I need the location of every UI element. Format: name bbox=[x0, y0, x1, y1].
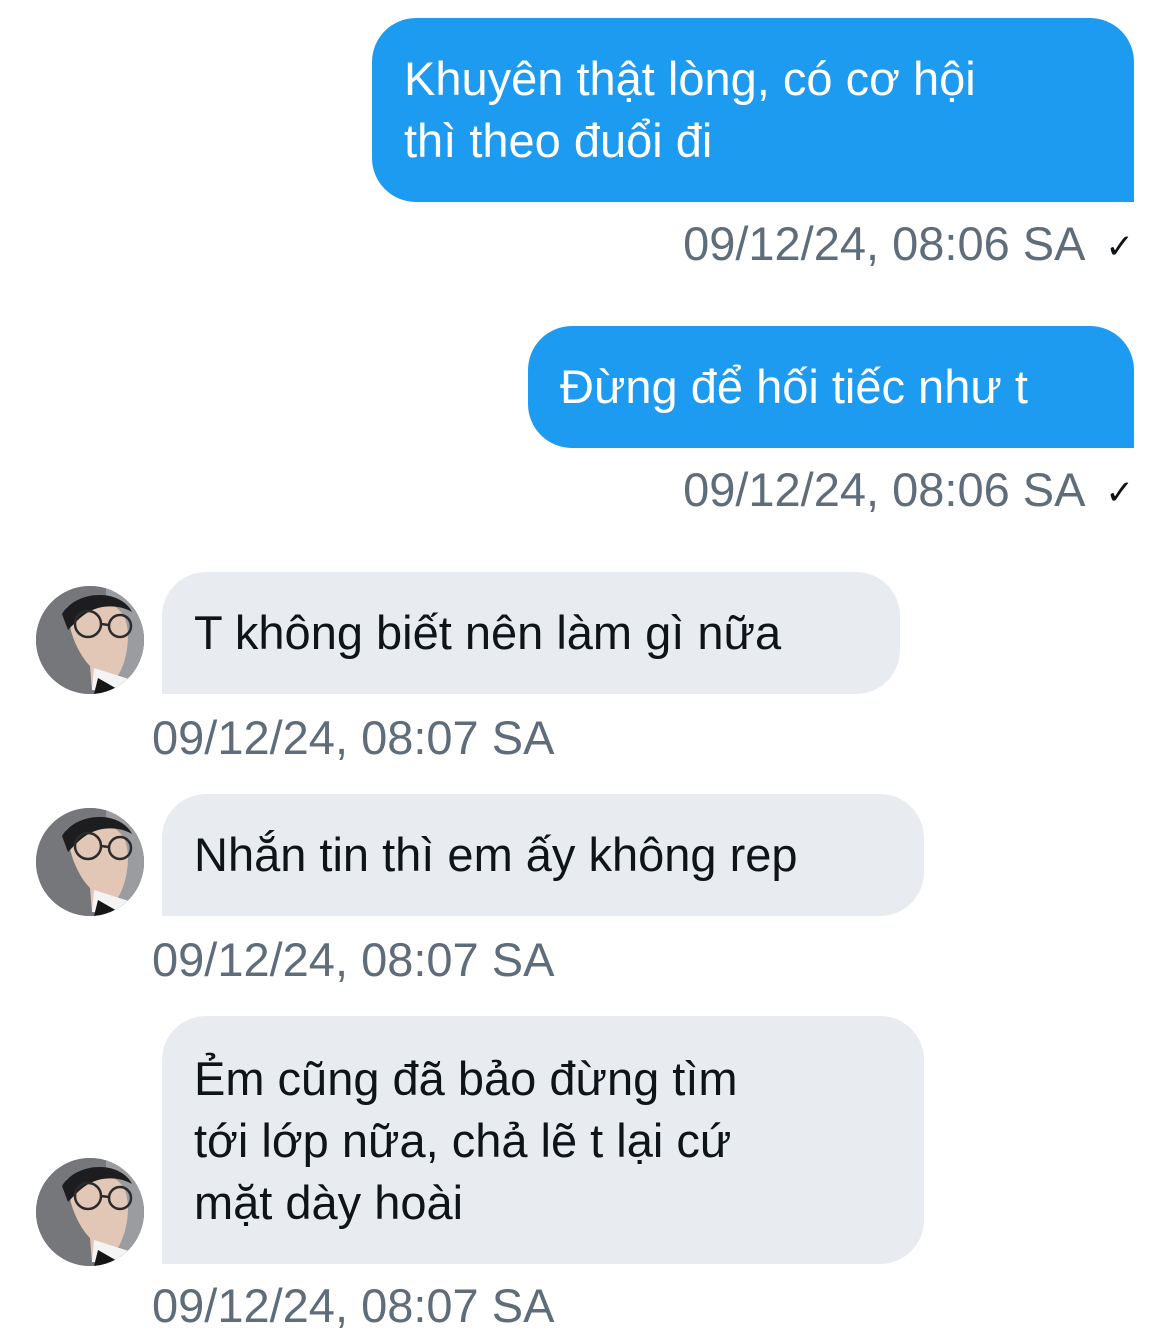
message-timestamp: 09/12/24, 08:07 SA bbox=[152, 933, 555, 986]
message-timestamp: 09/12/24, 08:06 SA ✓ bbox=[683, 216, 1134, 272]
message-timestamp: 09/12/24, 08:07 SA bbox=[152, 711, 555, 764]
avatar-image bbox=[36, 1158, 144, 1266]
avatar-image bbox=[36, 586, 144, 694]
timestamp-text: 09/12/24, 08:06 SA bbox=[683, 463, 1086, 516]
message-timestamp: 09/12/24, 08:07 SA bbox=[152, 1279, 555, 1332]
incoming-message-bubble[interactable]: T không biết nên làm gì nữa bbox=[162, 572, 900, 694]
outgoing-message-bubble[interactable]: Khuyên thật lòng, có cơ hội thì theo đuổ… bbox=[372, 18, 1134, 202]
check-icon: ✓ bbox=[1105, 474, 1135, 512]
avatar[interactable] bbox=[36, 586, 144, 694]
check-icon: ✓ bbox=[1105, 228, 1135, 266]
avatar[interactable] bbox=[36, 1158, 144, 1266]
message-timestamp: 09/12/24, 08:06 SA ✓ bbox=[683, 462, 1134, 518]
incoming-message-bubble[interactable]: Ẻm cũng đã bảo đừng tìm tới lớp nữa, chả… bbox=[162, 1016, 924, 1264]
timestamp-text: 09/12/24, 08:06 SA bbox=[683, 217, 1086, 270]
avatar[interactable] bbox=[36, 808, 144, 916]
outgoing-message-bubble[interactable]: Đừng để hối tiếc như t bbox=[528, 326, 1134, 448]
incoming-message-bubble[interactable]: Nhắn tin thì em ấy không rep bbox=[162, 794, 924, 916]
avatar-image bbox=[36, 808, 144, 916]
